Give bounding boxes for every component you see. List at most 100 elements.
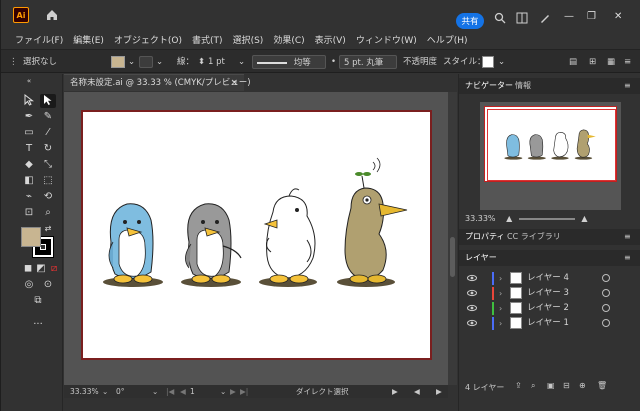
rectangle-tool-icon[interactable]: ▭: [21, 126, 37, 140]
scroll-thumb[interactable]: [450, 237, 455, 277]
artboard-number[interactable]: 1: [190, 386, 195, 397]
curvature-tool-icon[interactable]: ✎: [40, 110, 56, 124]
type-tool-icon[interactable]: T: [21, 142, 37, 156]
artboard-tool-icon[interactable]: ⊡: [21, 206, 37, 220]
menu-window[interactable]: ウィンドウ(W): [356, 33, 417, 46]
scroll-right-icon[interactable]: ▶: [436, 386, 442, 397]
locate-object-icon[interactable]: ⌕: [531, 381, 535, 391]
stroke-dropdown-icon[interactable]: ⌄: [156, 55, 163, 69]
brush-icon[interactable]: [538, 12, 552, 26]
panel-menu-icon[interactable]: ≡: [624, 78, 631, 94]
fill-color-box[interactable]: [21, 227, 41, 247]
expand-chevron-icon[interactable]: ›: [499, 302, 502, 315]
screen-mode-icon[interactable]: ⧉: [30, 294, 46, 308]
zoom-level[interactable]: 33.33%: [70, 386, 99, 397]
menu-type[interactable]: 書式(T): [192, 33, 223, 46]
menu-select[interactable]: 選択(S): [233, 33, 264, 46]
layer-name[interactable]: レイヤー 4: [527, 272, 569, 285]
scale-tool-icon[interactable]: ⤡: [40, 158, 56, 172]
search-icon[interactable]: [493, 12, 507, 26]
layers-menu-icon[interactable]: ≡: [624, 250, 631, 266]
tab-navigator[interactable]: ナビゲーター: [465, 78, 513, 94]
navigator-preview[interactable]: [480, 102, 621, 210]
layer-row[interactable]: › レイヤー 3: [459, 287, 640, 301]
maximize-icon[interactable]: ❐: [587, 11, 596, 22]
canvas-area[interactable]: [64, 92, 448, 385]
align-icon[interactable]: ▤: [569, 55, 577, 69]
layer-target-icon[interactable]: [602, 304, 610, 312]
stroke-width-dropdown-icon[interactable]: ⌄: [238, 55, 245, 69]
expand-chevron-icon[interactable]: ›: [499, 317, 502, 330]
next-artboard-icon[interactable]: ▶: [230, 386, 236, 397]
visibility-eye-icon[interactable]: [467, 273, 477, 283]
prev-artboard-icon[interactable]: ◀: [180, 386, 186, 397]
close-icon[interactable]: ✕: [614, 11, 622, 22]
arrange-icon[interactable]: [515, 12, 529, 26]
blend-tool-icon[interactable]: ⟲: [40, 190, 56, 204]
artboard-dropdown-icon[interactable]: ⌄: [220, 386, 226, 397]
eyedropper-tool-icon[interactable]: ⌁: [21, 190, 37, 204]
fill-swatch[interactable]: [111, 56, 125, 68]
selection-tool-icon[interactable]: [21, 93, 37, 108]
style-dropdown-icon[interactable]: ⌄: [498, 55, 505, 69]
new-layer-icon[interactable]: ⊕: [579, 381, 586, 390]
document-tab[interactable]: 名称未設定.ai @ 33.33 % (CMYK/プレビュー) ×: [64, 74, 251, 91]
zoom-dropdown-icon[interactable]: ⌄: [102, 386, 108, 397]
layer-name[interactable]: レイヤー 1: [527, 317, 569, 330]
last-artboard-icon[interactable]: ▶|: [240, 386, 248, 397]
layer-target-icon[interactable]: [602, 274, 610, 282]
tab-cc-libraries[interactable]: CC ライブラリ: [507, 229, 561, 245]
zoom-tool-icon[interactable]: ⌕: [40, 206, 56, 220]
eraser-tool-icon[interactable]: ◆: [21, 158, 37, 172]
close-tab-icon[interactable]: ×: [230, 75, 238, 91]
rotation-value[interactable]: 0°: [116, 386, 125, 397]
clipping-mask-icon[interactable]: ▣: [547, 381, 555, 390]
layer-row[interactable]: › レイヤー 4: [459, 272, 640, 286]
minimize-icon[interactable]: —: [564, 11, 574, 22]
stroke-width-value[interactable]: 1 pt: [208, 55, 225, 69]
first-artboard-icon[interactable]: |◀: [166, 386, 174, 397]
opacity-label[interactable]: 不透明度: [403, 55, 437, 69]
layer-row[interactable]: › レイヤー 1: [459, 317, 640, 331]
draw-mode-icon[interactable]: ◎: [21, 278, 37, 292]
transform-icon[interactable]: ⊞: [589, 55, 596, 69]
export-icon[interactable]: ⇪: [515, 381, 522, 390]
artwork-illustration[interactable]: [83, 112, 430, 358]
rotate-tool-icon[interactable]: ↻: [40, 142, 56, 156]
stroke-profile-select[interactable]: 均等: [252, 55, 326, 69]
style-swatch[interactable]: [482, 56, 494, 68]
layer-target-icon[interactable]: [602, 319, 610, 327]
menu-effect[interactable]: 効果(C): [273, 33, 304, 46]
menu-file[interactable]: ファイル(F): [15, 33, 63, 46]
shape-builder-tool-icon[interactable]: ⬚: [40, 174, 56, 188]
stroke-stepper-icon[interactable]: ⬍: [198, 55, 205, 69]
new-sublayer-icon[interactable]: ⊟: [563, 381, 570, 390]
share-button[interactable]: 共有: [456, 13, 484, 29]
status-menu-icon[interactable]: ▶: [392, 386, 398, 397]
collapse-icon[interactable]: «: [21, 74, 37, 88]
tab-layers[interactable]: レイヤー: [465, 250, 497, 266]
zoom-out-icon[interactable]: ▲: [506, 214, 512, 223]
swap-colors-icon[interactable]: ⇄: [40, 222, 56, 236]
tab-info[interactable]: 情報: [515, 78, 531, 94]
scroll-left-icon[interactable]: ◀: [414, 386, 420, 397]
layer-row[interactable]: › レイヤー 2: [459, 302, 640, 316]
tab-properties[interactable]: プロパティ: [465, 229, 505, 245]
menu-help[interactable]: ヘルプ(H): [427, 33, 468, 46]
gradient-tool-icon[interactable]: ◧: [21, 174, 37, 188]
expand-chevron-icon[interactable]: ›: [499, 287, 502, 300]
more-tools-icon[interactable]: ···: [30, 318, 46, 332]
visibility-eye-icon[interactable]: [467, 303, 477, 313]
home-icon[interactable]: [45, 8, 59, 22]
artboard[interactable]: [81, 110, 432, 360]
layer-name[interactable]: レイヤー 3: [527, 287, 569, 300]
arrange-docs-icon[interactable]: ▦: [607, 55, 615, 69]
fill-dropdown-icon[interactable]: ⌄: [128, 55, 135, 69]
paintbrush-tool-icon[interactable]: ⁄: [40, 126, 56, 140]
pen-tool-icon[interactable]: ✒: [21, 110, 37, 124]
layer-name[interactable]: レイヤー 2: [527, 302, 569, 315]
delete-layer-icon[interactable]: 🗑: [597, 381, 607, 390]
visibility-eye-icon[interactable]: [467, 288, 477, 298]
vertical-scrollbar[interactable]: [448, 92, 457, 385]
brush-select[interactable]: 5 pt. 丸筆: [339, 55, 397, 69]
